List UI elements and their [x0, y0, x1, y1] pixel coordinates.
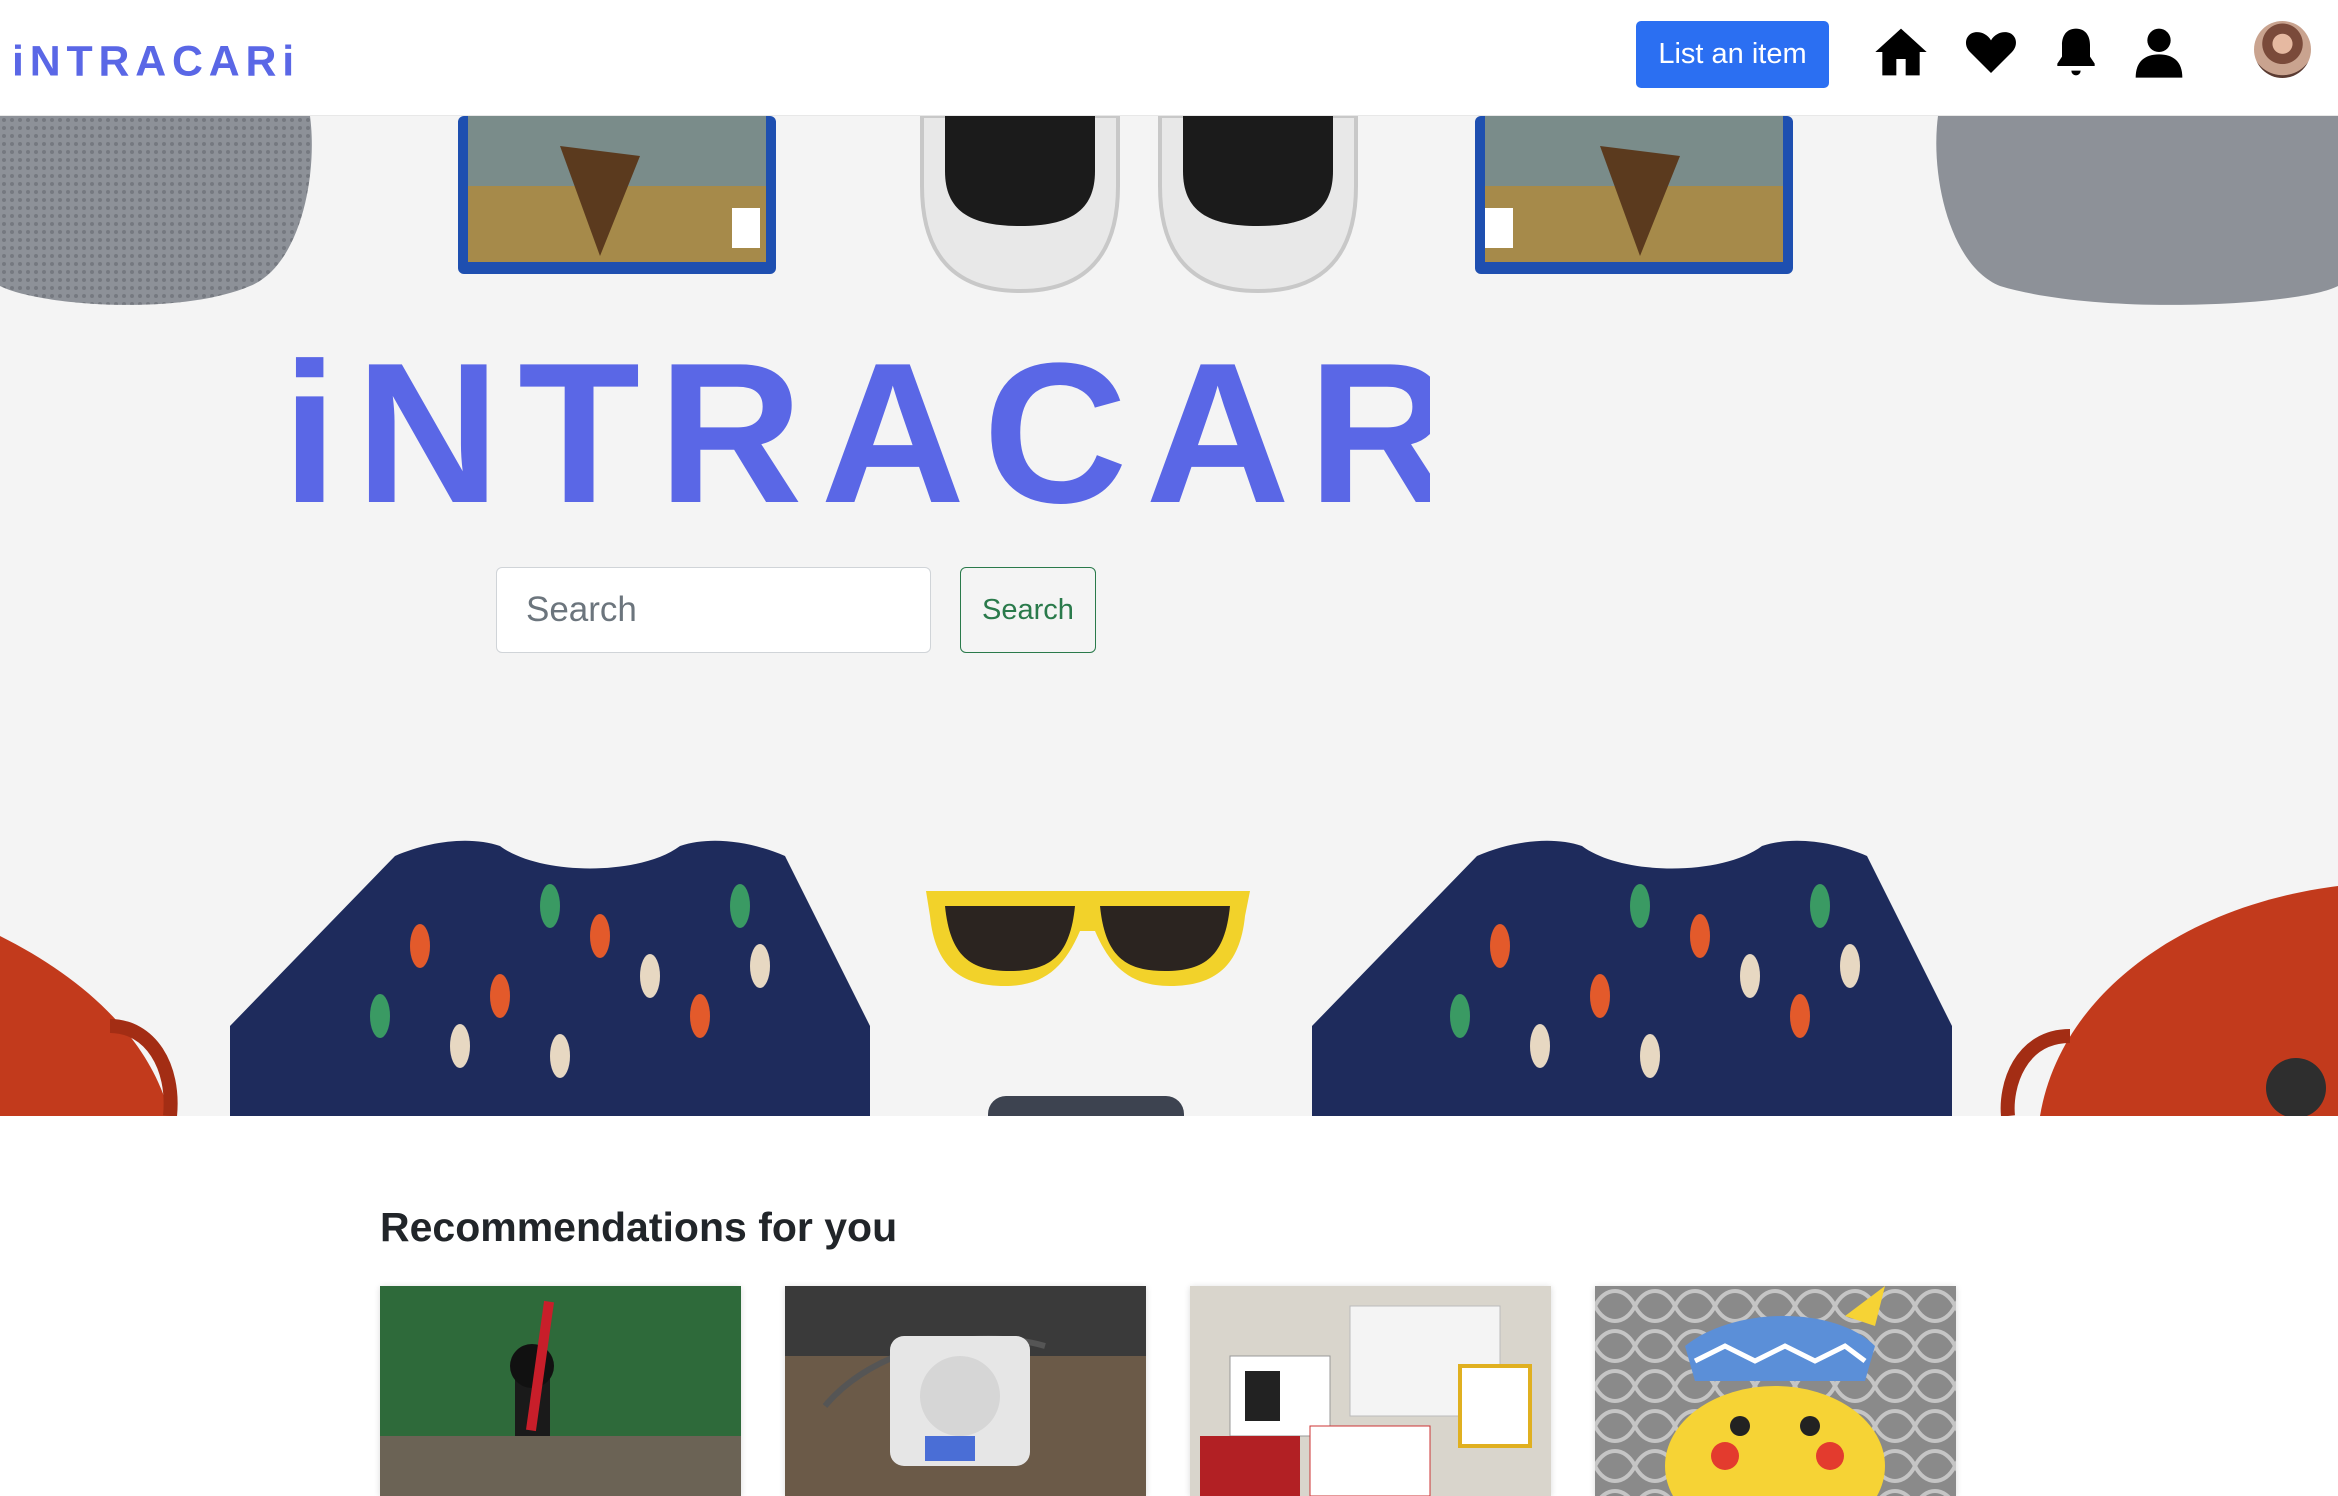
recommendation-card-pikachu[interactable]: [1595, 1286, 1956, 1496]
list-an-item-button[interactable]: List an item: [1636, 21, 1829, 88]
svg-text:iNTRACARi: iNTRACARi: [12, 37, 300, 84]
avatar[interactable]: [2254, 21, 2311, 78]
recommendations-title: Recommendations for you: [380, 1204, 898, 1250]
recommendation-card-lego[interactable]: [380, 1286, 741, 1496]
lego-darth-vader-image: [380, 1286, 741, 1496]
search-button[interactable]: Search: [960, 567, 1096, 653]
playstation-console-image: [785, 1286, 1146, 1496]
bell-icon[interactable]: [2048, 24, 2104, 80]
brand-logo[interactable]: iNTRACARi: [12, 28, 304, 85]
hero-banner: iNTRACARi Search: [0, 116, 2338, 1116]
search-input[interactable]: [496, 567, 931, 653]
recommendation-card-electronics[interactable]: [1190, 1286, 1551, 1496]
recommendation-card-console[interactable]: [785, 1286, 1146, 1496]
top-navbar: iNTRACARi List an item: [0, 0, 2338, 116]
user-icon[interactable]: [2131, 24, 2187, 80]
heart-icon[interactable]: [1963, 24, 2019, 80]
pikachu-plush-image: [1595, 1286, 1956, 1496]
hero-wordmark: iNTRACARi: [282, 302, 1526, 545]
electronics-kit-image: [1190, 1286, 1551, 1496]
hero-background-products: [0, 116, 2338, 1116]
home-icon[interactable]: [1873, 24, 1929, 80]
hero-wordmark-text: iNTRACARi: [282, 322, 1430, 522]
brand-logo-mark: iNTRACARi: [12, 37, 300, 85]
